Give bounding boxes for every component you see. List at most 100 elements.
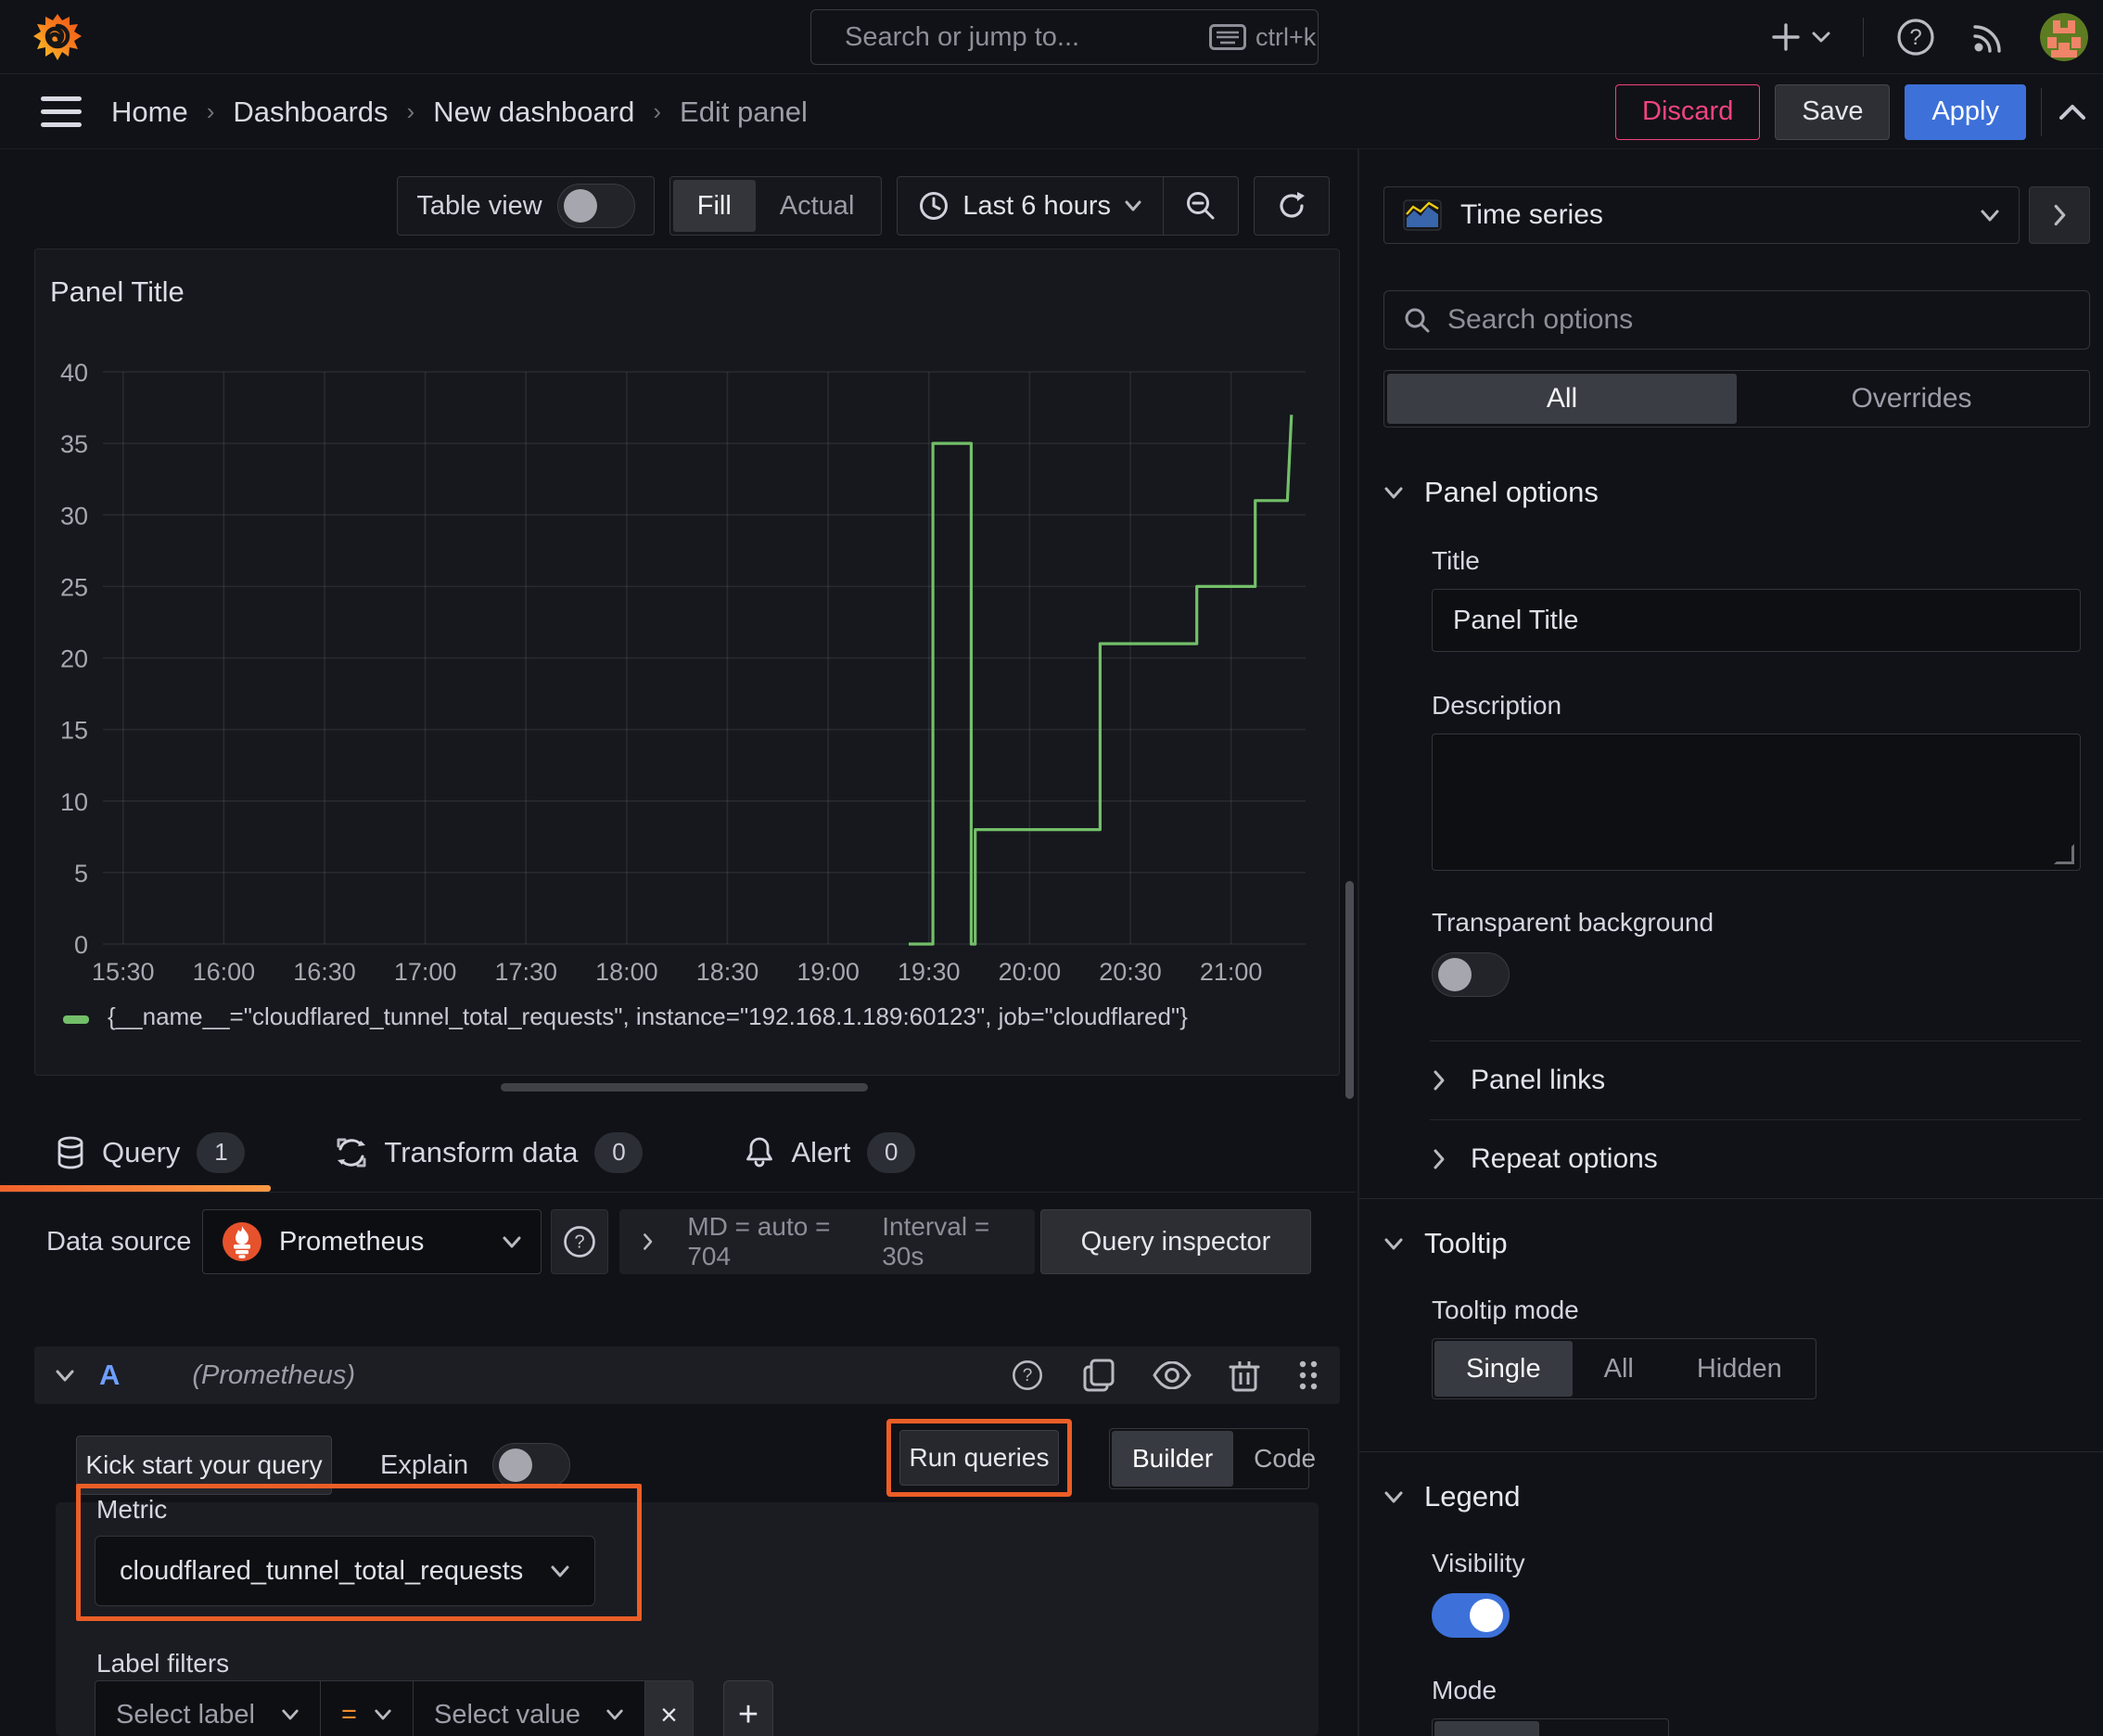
duplicate-query-icon[interactable] — [1082, 1358, 1115, 1393]
title-field[interactable]: Panel Title — [1432, 589, 2081, 652]
legend-heading[interactable]: Legend — [1383, 1480, 2090, 1513]
tab-overrides[interactable]: Overrides — [1737, 374, 2086, 424]
news-button[interactable] — [1968, 17, 2008, 57]
interval-stat: Interval = 30s — [882, 1212, 990, 1270]
help-button[interactable]: ? — [1895, 17, 1936, 57]
legend-table-option[interactable]: Table — [1539, 1721, 1666, 1736]
options-search[interactable] — [1383, 290, 2090, 350]
run-queries-button[interactable]: Run queries — [899, 1430, 1059, 1486]
avatar[interactable] — [2040, 13, 2088, 61]
tab-transform-data[interactable]: Transform data 0 — [304, 1113, 674, 1192]
datasource-help-button[interactable]: ? — [551, 1209, 608, 1274]
description-field[interactable] — [1432, 734, 2081, 871]
svg-text:20:00: 20:00 — [999, 958, 1062, 986]
panel-resize-handle[interactable] — [501, 1083, 868, 1091]
refresh-button[interactable] — [1255, 177, 1329, 235]
menu-toggle-button[interactable] — [41, 96, 82, 127]
query-help-icon[interactable]: ? — [1010, 1358, 1045, 1393]
panel-links-section[interactable]: Panel links — [1432, 1041, 2090, 1119]
kick-start-query-button[interactable]: Kick start your query — [76, 1436, 332, 1495]
svg-text:18:30: 18:30 — [696, 958, 759, 986]
svg-text:5: 5 — [74, 860, 88, 887]
metric-select[interactable]: cloudflared_tunnel_total_requests — [95, 1536, 595, 1606]
global-search[interactable]: ctrl+k — [810, 9, 1319, 65]
discard-button[interactable]: Discard — [1615, 83, 1761, 140]
explain-label: Explain — [380, 1449, 469, 1480]
table-view-label: Table view — [416, 190, 542, 221]
query-inspector-button[interactable]: Query inspector — [1040, 1209, 1311, 1274]
remove-filter-button[interactable]: × — [645, 1680, 694, 1736]
legend-series-name[interactable]: {__name__="cloudflared_tunnel_total_requ… — [108, 1002, 1188, 1031]
select-label-dropdown[interactable]: Select label — [95, 1680, 321, 1736]
chevron-down-icon — [1981, 210, 1999, 221]
code-option[interactable]: Code — [1233, 1431, 1336, 1487]
keyboard-icon — [1209, 24, 1246, 50]
builder-code-switch: Builder Code — [1109, 1428, 1316, 1489]
time-range-label: Last 6 hours — [962, 190, 1111, 221]
resize-grip-icon[interactable] — [2054, 844, 2074, 864]
transform-icon — [337, 1138, 366, 1167]
operator-dropdown[interactable]: = — [321, 1680, 414, 1736]
apply-button[interactable]: Apply — [1905, 83, 2026, 140]
legend-series-marker — [63, 1015, 89, 1024]
grafana-logo-icon[interactable] — [32, 11, 83, 63]
query-row-header[interactable]: A (Prometheus) ? — [34, 1347, 1340, 1404]
tab-all-options[interactable]: All — [1387, 374, 1737, 424]
visualization-picker[interactable]: Time series — [1383, 186, 2020, 244]
topbar-divider — [1863, 18, 1864, 57]
actual-option[interactable]: Actual — [756, 180, 879, 232]
table-view-toggle[interactable] — [556, 184, 635, 228]
svg-text:16:00: 16:00 — [193, 958, 256, 986]
breadcrumb-separator: › — [653, 97, 662, 125]
time-series-chart[interactable]: 15:30 16:00 16:30 17:00 17:30 18:00 18:30 19:00… — [43, 361, 1333, 1001]
global-search-input[interactable] — [845, 21, 1194, 53]
svg-text:17:30: 17:30 — [494, 958, 557, 986]
main-scrollbar[interactable] — [1345, 881, 1354, 1099]
repeat-options-section[interactable]: Repeat options — [1432, 1120, 2090, 1198]
add-filter-button[interactable]: + — [723, 1680, 773, 1736]
save-button[interactable]: Save — [1775, 83, 1891, 140]
breadcrumb-edit-panel: Edit panel — [680, 95, 808, 128]
fill-actual-group: Fill Actual — [669, 176, 883, 236]
tooltip-all-option[interactable]: All — [1573, 1341, 1665, 1397]
options-search-input[interactable] — [1447, 304, 2071, 336]
time-range-group: Last 6 hours — [897, 176, 1239, 236]
section-divider — [1359, 1198, 2103, 1199]
chart-legend[interactable]: {__name__="cloudflared_tunnel_total_requ… — [63, 1002, 1188, 1031]
tab-query[interactable]: Query 1 — [0, 1113, 276, 1192]
legend-mode-switch: List Table — [1432, 1718, 1670, 1736]
collapse-options-pane-button[interactable] — [2029, 186, 2090, 244]
zoom-out-button[interactable] — [1164, 177, 1238, 235]
tab-query-label: Query — [102, 1135, 181, 1168]
datasource-picker[interactable]: Prometheus — [202, 1209, 542, 1274]
legend-list-option[interactable]: List — [1434, 1721, 1540, 1736]
delete-query-icon[interactable] — [1229, 1358, 1260, 1393]
chevron-down-icon[interactable] — [55, 1369, 75, 1383]
tab-alert[interactable]: Alert 0 — [713, 1113, 947, 1192]
select-value-dropdown[interactable]: Select value — [414, 1680, 645, 1736]
tooltip-hidden-option[interactable]: Hidden — [1665, 1341, 1814, 1397]
tooltip-heading[interactable]: Tooltip — [1383, 1227, 2090, 1260]
repeat-options-label: Repeat options — [1471, 1143, 1658, 1174]
breadcrumb-home[interactable]: Home — [111, 96, 188, 129]
fill-option[interactable]: Fill — [672, 180, 756, 232]
panel-options-heading[interactable]: Panel options — [1383, 476, 2090, 509]
breadcrumb-dashboards[interactable]: Dashboards — [233, 96, 388, 129]
panel-title[interactable]: Panel Title — [50, 275, 185, 309]
new-dashboard-button[interactable] — [1770, 21, 1831, 53]
search-shortcut: ctrl+k — [1209, 23, 1316, 52]
collapse-header-button[interactable] — [2057, 101, 2088, 123]
drag-query-icon[interactable] — [1297, 1359, 1319, 1392]
explain-toggle[interactable] — [492, 1443, 571, 1487]
legend-visibility-toggle[interactable] — [1432, 1593, 1510, 1638]
query-options-bar[interactable]: MD = auto = 704 Interval = 30s — [619, 1209, 1035, 1274]
datasource-row: Data source Prometheus ? MD = auto = 704… — [0, 1207, 1356, 1276]
query-ref-id: A — [99, 1359, 121, 1391]
breadcrumb-new-dashboard[interactable]: New dashboard — [433, 96, 634, 129]
time-range-picker[interactable]: Last 6 hours — [898, 177, 1163, 235]
builder-option[interactable]: Builder — [1112, 1431, 1234, 1487]
transparent-background-toggle[interactable] — [1432, 952, 1510, 997]
chevron-down-icon — [375, 1709, 391, 1720]
hide-query-icon[interactable] — [1153, 1361, 1192, 1389]
tooltip-single-option[interactable]: Single — [1434, 1341, 1573, 1397]
